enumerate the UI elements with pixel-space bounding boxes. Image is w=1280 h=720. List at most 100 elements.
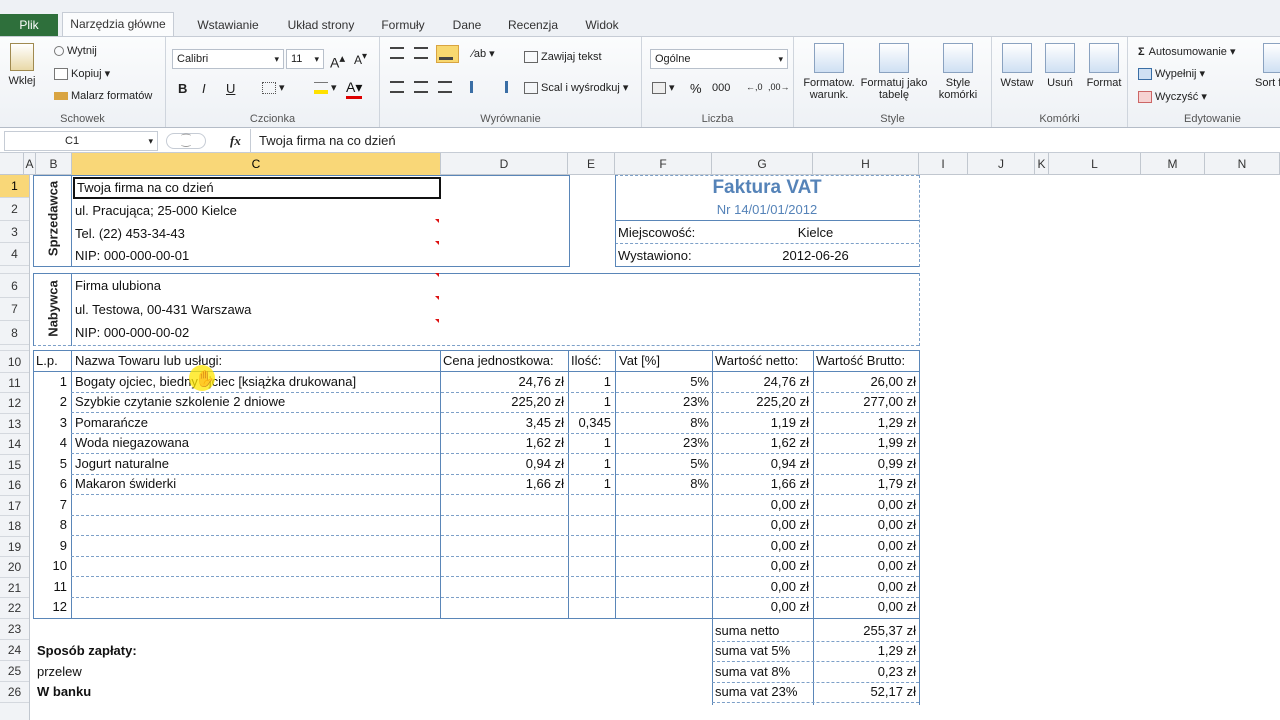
invoice-number[interactable]: Nr 14/01/01/2012 [615, 200, 919, 220]
item-net-cell[interactable]: 0,00 zł [712, 577, 809, 597]
currency-button[interactable]: ▾ [652, 81, 675, 95]
seller-address[interactable]: ul. Pracująca; 25-000 Kielce [75, 201, 237, 221]
item-net-cell[interactable]: 0,00 zł [712, 556, 809, 576]
column-header-n[interactable]: N [1205, 153, 1280, 175]
item-gross-cell[interactable]: 0,99 zł [813, 454, 916, 474]
item-net-cell[interactable]: 1,66 zł [712, 474, 809, 494]
tab-data[interactable]: Dane [444, 14, 490, 36]
item-lp-cell[interactable]: 1 [33, 372, 67, 392]
tab-file[interactable]: Plik [0, 14, 58, 36]
item-gross-cell[interactable]: 0,00 zł [813, 515, 916, 535]
percent-button[interactable]: % [690, 81, 702, 96]
item-net-cell[interactable]: 225,20 zł [712, 392, 809, 412]
tab-formulas[interactable]: Formuły [372, 14, 434, 36]
formula-expand-handle[interactable]: ⁐ [166, 133, 206, 149]
item-vat-cell[interactable]: 5% [615, 372, 709, 392]
item-lp-cell[interactable]: 4 [33, 433, 67, 453]
tab-view[interactable]: Widok [576, 14, 628, 36]
column-header-i[interactable]: I [919, 153, 968, 175]
date-value[interactable]: 2012-06-26 [712, 246, 919, 266]
item-net-cell[interactable]: 1,19 zł [712, 413, 809, 433]
increase-indent-button[interactable] [494, 81, 511, 94]
column-header-g[interactable]: G [712, 153, 813, 175]
copy-button[interactable]: Kopiuj ▾ [54, 67, 110, 81]
column-header-l[interactable]: L [1049, 153, 1141, 175]
item-price-cell[interactable]: 24,76 zł [440, 372, 564, 392]
font-name-select[interactable]: Calibri ▾ [172, 49, 284, 69]
number-format-select[interactable]: Ogólne ▾ [650, 49, 788, 69]
row-header[interactable]: 1 [0, 175, 29, 198]
comment-indicator[interactable] [435, 219, 439, 223]
tab-page-layout[interactable]: Układ strony [278, 14, 364, 36]
item-name-cell[interactable]: Jogurt naturalne [75, 454, 435, 474]
tab-review[interactable]: Recenzja [500, 14, 566, 36]
buyer-name[interactable]: Firma ulubiona [75, 276, 161, 296]
column-header-a[interactable]: A [24, 153, 36, 175]
worksheet-grid[interactable]: Sprzedawca Twoja firma na co dzień ul. P… [31, 175, 1280, 720]
bold-button[interactable]: B [178, 81, 187, 96]
conditional-formatting-button[interactable]: Formatow. warunk. [796, 43, 862, 101]
item-name-cell[interactable]: Woda niegazowana [75, 433, 435, 453]
align-bottom-button[interactable] [436, 45, 459, 64]
row-header[interactable]: 8 [0, 321, 29, 345]
item-gross-cell[interactable]: 1,29 zł [813, 413, 916, 433]
buyer-nip[interactable]: NIP: 000-000-00-02 [75, 323, 189, 343]
item-lp-cell[interactable]: 6 [33, 474, 67, 494]
row-header[interactable]: 26 [0, 682, 29, 703]
row-header[interactable]: 11 [0, 373, 29, 393]
row-header[interactable]: 18 [0, 516, 29, 537]
item-lp-cell[interactable]: 11 [33, 577, 68, 597]
row-header[interactable]: 3 [0, 221, 29, 243]
total-value[interactable]: 52,17 zł [813, 682, 916, 702]
comment-indicator[interactable] [435, 319, 439, 323]
item-name-cell[interactable]: Makaron świderki [75, 474, 435, 494]
tab-home[interactable]: Narzędzia główne [62, 12, 174, 37]
date-label[interactable]: Wystawiono: [618, 246, 692, 266]
comment-indicator[interactable] [435, 296, 439, 300]
clear-button[interactable]: Wyczyść ▾ [1138, 90, 1207, 104]
row-header[interactable]: 20 [0, 557, 29, 578]
item-lp-cell[interactable]: 3 [33, 413, 67, 433]
comment-indicator[interactable] [435, 273, 439, 277]
italic-button[interactable]: I [202, 81, 206, 96]
borders-button[interactable]: ▾ [262, 81, 285, 95]
row-header[interactable]: 5 [0, 266, 29, 274]
fill-button[interactable]: Wypełnij ▾ [1138, 67, 1205, 81]
column-header-c[interactable]: C [72, 153, 441, 175]
item-name-cell[interactable]: Bogaty ojciec, biedny ojciec [książka dr… [75, 372, 435, 392]
item-gross-cell[interactable]: 0,00 zł [813, 556, 916, 576]
item-vat-cell[interactable]: 8% [615, 474, 709, 494]
underline-button[interactable]: U [226, 81, 235, 96]
column-header-e[interactable]: E [568, 153, 615, 175]
item-lp-cell[interactable]: 9 [33, 536, 67, 556]
row-header[interactable]: 24 [0, 640, 29, 661]
item-qty-cell[interactable]: 1 [568, 372, 611, 392]
header-qty[interactable]: Ilość: [571, 351, 601, 371]
item-vat-cell[interactable]: 8% [615, 413, 709, 433]
row-header[interactable]: 14 [0, 434, 29, 455]
payment-method[interactable]: przelew [37, 662, 82, 682]
row-header[interactable]: 21 [0, 578, 29, 598]
total-label[interactable]: suma vat 23% [715, 682, 797, 702]
item-gross-cell[interactable]: 1,99 zł [813, 433, 916, 453]
paste-button[interactable]: Wklej [4, 43, 40, 87]
header-gross[interactable]: Wartość Brutto: [816, 351, 905, 371]
column-header-f[interactable]: F [615, 153, 712, 175]
item-net-cell[interactable]: 0,00 zł [712, 536, 809, 556]
item-qty-cell[interactable]: 1 [568, 392, 611, 412]
item-net-cell[interactable]: 0,00 zł [712, 597, 809, 617]
item-lp-cell[interactable]: 2 [33, 392, 67, 412]
cell-styles-button[interactable]: Style komórki [928, 43, 988, 101]
insert-cells-button[interactable]: Wstaw [996, 43, 1038, 89]
row-header[interactable]: 2 [0, 198, 29, 221]
font-size-select[interactable]: 11 ▾ [286, 49, 324, 69]
row-header[interactable]: 17 [0, 496, 29, 516]
align-center-button[interactable] [414, 81, 431, 94]
item-qty-cell[interactable]: 1 [568, 454, 611, 474]
payment-bank[interactable]: W banku [37, 682, 91, 702]
cell-c1-selected[interactable]: Twoja firma na co dzień [73, 177, 441, 199]
item-price-cell[interactable]: 225,20 zł [440, 392, 564, 412]
item-lp-cell[interactable]: 12 [33, 597, 67, 617]
row-header[interactable]: 25 [0, 661, 29, 682]
row-header[interactable]: 16 [0, 475, 29, 496]
